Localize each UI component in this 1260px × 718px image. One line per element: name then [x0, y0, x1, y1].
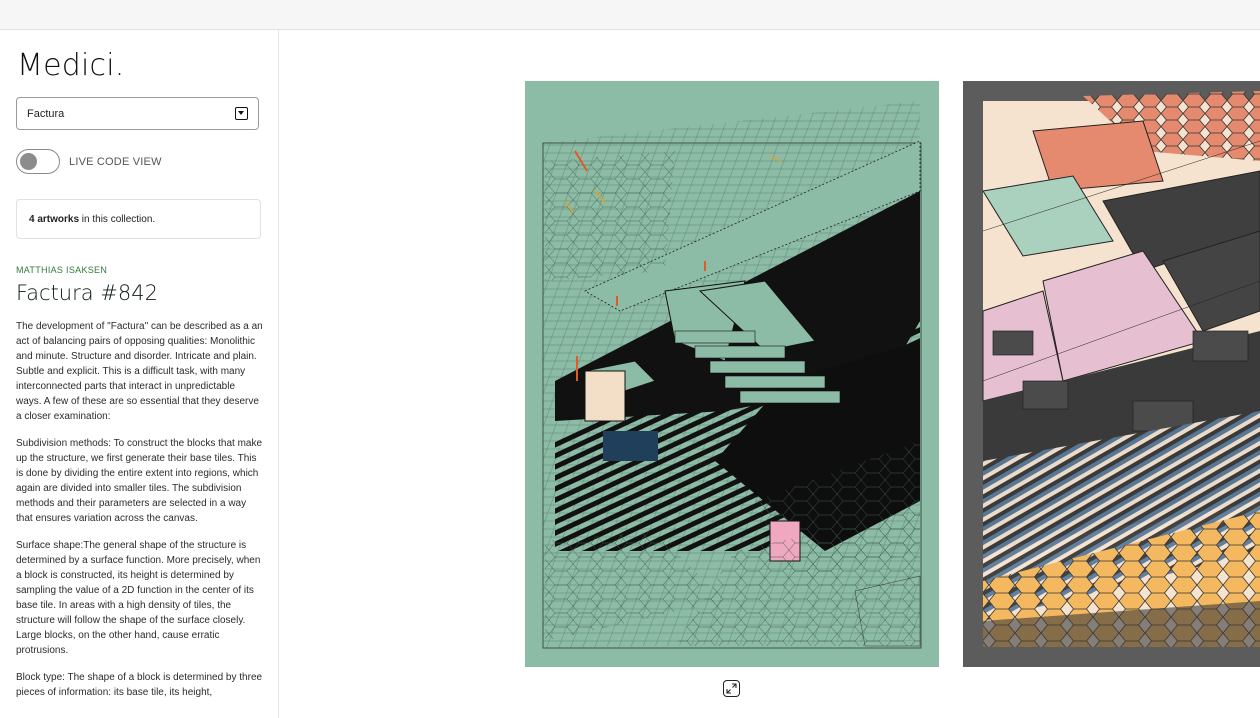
artist-name: MATTHIAS ISAKSEN [16, 265, 108, 275]
live-code-label: LIVE CODE VIEW [69, 156, 162, 168]
toggle-knob [20, 153, 37, 170]
sidebar: Medici. Factura LIVE CODE VIEW 4 artwork… [0, 30, 279, 718]
description-paragraph: Block type: The shape of a block is dete… [16, 672, 263, 698]
brand-logo: Medici. [17, 48, 125, 83]
collection-select-value: Factura [27, 108, 65, 120]
artwork-2-graphic [982, 91, 1260, 647]
artwork-1-graphic [542, 101, 922, 649]
artwork-description: The development of "Factura" can be desc… [16, 319, 263, 712]
collection-count-text: 4 artworks in this collection. [29, 214, 155, 225]
description-paragraph: The development of "Factura" can be desc… [16, 321, 263, 422]
live-code-toggle[interactable] [16, 149, 60, 174]
artwork-image-1[interactable] [525, 81, 939, 667]
browser-top-bar [0, 0, 1260, 30]
artwork-image-2[interactable] [963, 81, 1260, 667]
description-paragraph: Subdivision methods: To construct the bl… [16, 438, 263, 524]
chevron-down-icon [235, 107, 248, 120]
collection-count-box: 4 artworks in this collection. [16, 199, 261, 239]
collection-select[interactable]: Factura [16, 97, 259, 130]
artwork-title: Factura #842 [16, 281, 158, 305]
description-paragraph: Surface shape:The general shape of the s… [16, 540, 261, 656]
collection-count-suffix: in this collection. [79, 214, 156, 225]
expand-icon[interactable] [723, 680, 740, 697]
collection-count-number: 4 artworks [29, 214, 80, 225]
